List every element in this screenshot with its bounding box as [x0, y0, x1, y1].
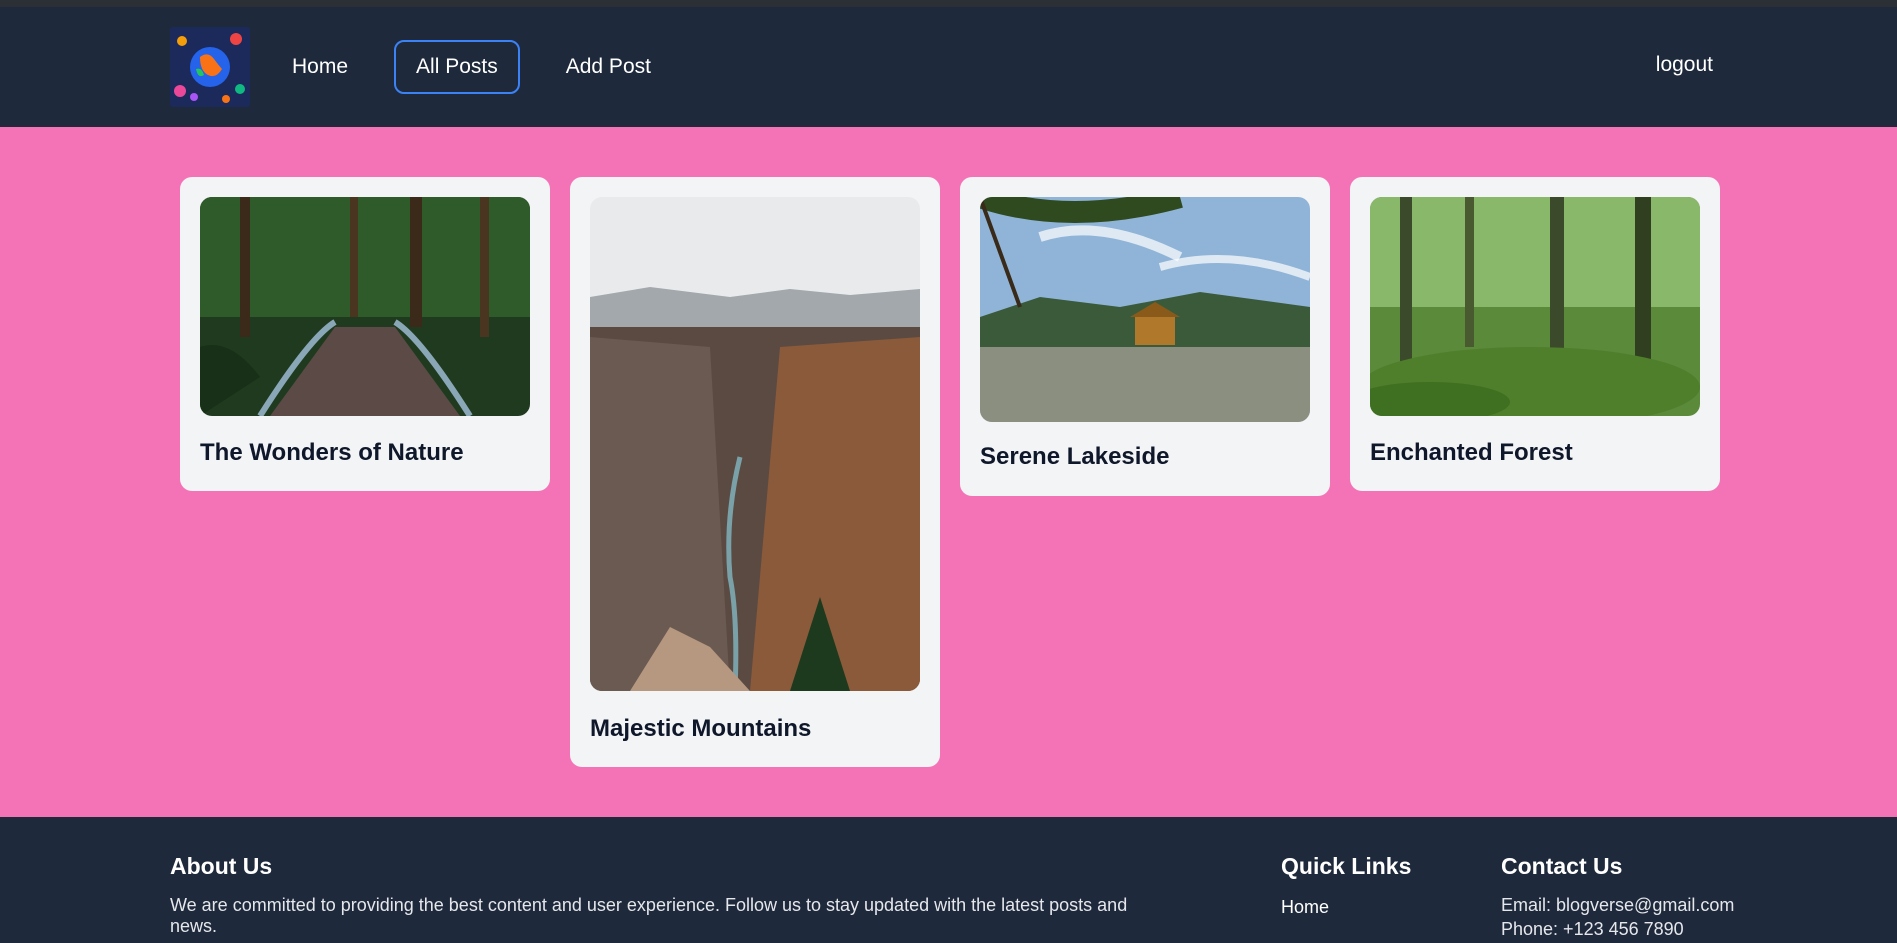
globe-logo-icon[interactable] — [170, 27, 250, 107]
contact-email: Email: blogverse@gmail.com — [1501, 895, 1735, 915]
lakeside-pavilion-image[interactable] — [980, 197, 1310, 422]
post-card[interactable]: Serene Lakeside — [960, 177, 1330, 496]
nav-add-post-link[interactable]: Add Post — [544, 40, 673, 94]
post-title[interactable]: Enchanted Forest — [1370, 439, 1573, 467]
nav-home-link[interactable]: Home — [270, 40, 370, 94]
nav-all-posts-link[interactable]: All Posts — [394, 40, 520, 94]
post-title[interactable]: The Wonders of Nature — [200, 439, 464, 467]
logout-link[interactable]: logout — [1656, 53, 1713, 77]
footer-home-link[interactable]: Home — [1281, 897, 1329, 918]
contact-heading: Contact Us — [1501, 853, 1623, 879]
contact-phone: Phone: +123 456 7890 — [1501, 919, 1684, 939]
post-card[interactable]: The Wonders of Nature — [180, 177, 550, 491]
mossy-forest-image[interactable] — [1370, 197, 1700, 416]
post-card[interactable]: Enchanted Forest — [1350, 177, 1720, 491]
posts-grid: The Wonders of Nature Majestic Mountains — [0, 127, 1897, 817]
post-title[interactable]: Serene Lakeside — [980, 443, 1169, 471]
post-card[interactable]: Majestic Mountains — [570, 177, 940, 767]
bridge-forest-image[interactable] — [200, 197, 530, 416]
post-title[interactable]: Majestic Mountains — [590, 715, 811, 743]
canyon-mountains-image[interactable] — [590, 197, 920, 691]
top-navbar: Home All Posts Add Post logout — [0, 7, 1897, 127]
window-top-strip — [0, 0, 1897, 7]
about-text: We are committed to providing the best c… — [170, 895, 1128, 936]
about-heading: About Us — [170, 853, 273, 879]
quick-links-heading: Quick Links — [1281, 853, 1412, 879]
site-footer: About Us We are committed to providing t… — [0, 817, 1897, 943]
main-nav: Home All Posts Add Post — [270, 40, 673, 94]
